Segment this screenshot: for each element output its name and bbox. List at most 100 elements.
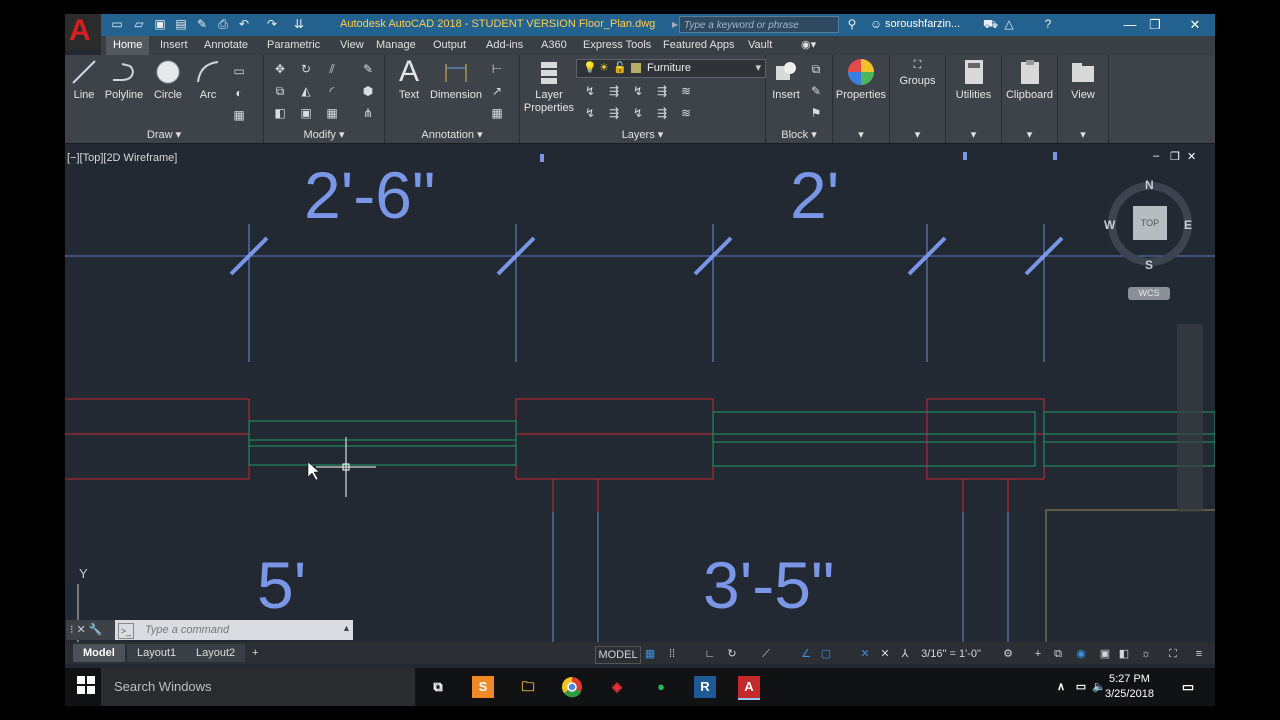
chrome-icon[interactable] [561,676,583,698]
task-view-icon[interactable]: ⧉ [427,676,449,698]
clean-screen-icon[interactable]: ◧ [1117,646,1131,662]
sketchup-icon[interactable]: ◈ [606,676,628,698]
binoculars-icon[interactable]: ⚲ [845,17,859,31]
isolate-icon[interactable]: ⧉ [1051,646,1065,662]
groups-button[interactable]: ⛶ Groups [892,57,943,88]
undo-icon[interactable]: ↶ [237,17,251,31]
command-history-icon[interactable]: ▲ [342,623,351,633]
edit-block-icon[interactable]: ✎ [808,83,824,99]
mirror-icon[interactable]: ◭ [298,83,314,99]
utilities-button[interactable]: Utilities [946,57,1001,101]
layer-tool-icon[interactable]: ↯ [630,83,646,99]
help-icon[interactable]: ? [1041,17,1055,31]
tab-output[interactable]: Output [426,36,473,55]
save-icon[interactable]: ▤ [174,17,188,31]
offset-icon[interactable]: ⋔ [360,105,376,121]
text-button[interactable]: A Text [391,55,427,101]
chevron-down-icon[interactable]: ▾ [890,128,945,141]
tab-vault[interactable]: Vault [741,36,779,55]
annotation-scale-icon[interactable]: ⅄ [898,646,912,662]
annotation-panel-title[interactable]: Annotation ▾ [385,128,519,141]
block-attribute-icon[interactable]: ⚑ [808,105,824,121]
tab-manage[interactable]: Manage [369,36,423,55]
isodraft-icon[interactable]: ⟋ [759,646,773,662]
open-sheetset-icon[interactable]: ▣ [153,17,167,31]
chevron-down-icon[interactable]: ▾ [1058,128,1108,141]
fillet-icon[interactable]: ◜ [324,83,340,99]
hatch-icon[interactable]: ◐ [231,85,247,101]
annotation-scale-dropdown[interactable]: 3/16" = 1'-0" [916,646,986,662]
snap-icon[interactable]: ⁞⁞ [665,646,679,662]
search-input[interactable]: Type a keyword or phrase [679,16,839,33]
revit-icon[interactable]: R [694,676,716,698]
drawing-canvas[interactable]: [−][Top][2D Wireframe] 2'-6" 2' 5' 3'-5"… [65,144,1215,642]
properties-button[interactable]: Properties [835,57,887,101]
tab-a360[interactable]: A360 [534,36,574,55]
spotify-icon[interactable]: ● [650,676,672,698]
gear-icon[interactable]: ⚙ [1001,646,1015,662]
save-as-icon[interactable]: ✎ [195,17,209,31]
taskbar-search[interactable]: Search Windows [101,668,415,706]
viewport-minimize-icon[interactable]: – [1153,150,1159,162]
layer-properties-button[interactable]: Layer Properties [522,57,576,115]
layer-dropdown[interactable]: 💡 ☀ 🔓 Furniture ▾ [576,59,766,78]
wcs-dropdown[interactable]: WCS [1128,287,1170,300]
tab-layout2[interactable]: Layout2 [186,644,246,662]
polyline-button[interactable]: Polyline [102,57,146,101]
tray-chevron-icon[interactable]: ∧ [1050,676,1072,698]
add-layout-icon[interactable]: + [246,644,264,662]
view-button[interactable]: View [1058,57,1108,101]
arc-button[interactable]: Arc [193,57,223,101]
layer-tool-icon[interactable]: ↯ [582,83,598,99]
linear-dim-icon[interactable]: ⊢ [489,61,505,77]
windows-start-icon[interactable] [75,676,97,698]
quick-access-dropdown-icon[interactable]: ⇊ [292,17,306,31]
layers-panel-title[interactable]: Layers ▾ [520,128,765,141]
viewport-close-icon[interactable]: ✕ [1187,150,1196,163]
chevron-down-icon[interactable]: ▾ [1002,128,1057,141]
array-icon[interactable]: ▦ [324,105,340,121]
command-input[interactable]: Type a command [115,620,353,640]
polar-icon[interactable]: ↻ [725,646,739,662]
tab-model[interactable]: Model [73,644,125,662]
user-name[interactable]: soroushfarzin... [885,18,960,30]
block-panel-title[interactable]: Block ▾ [766,128,832,141]
viewport-label[interactable]: [−][Top][2D Wireframe] [67,152,177,164]
trim-icon[interactable]: ⫽ [324,61,340,77]
region-icon[interactable]: ▦ [231,107,247,123]
line-button[interactable]: Line [69,57,99,101]
chevron-down-icon[interactable]: ▾ [833,128,889,141]
grid-icon[interactable]: ▦ [643,646,657,662]
annotation-autoscale-icon[interactable]: ✕ [878,646,892,662]
taskbar-clock[interactable]: 5:27 PM 3/25/2018 [1105,672,1154,702]
annotation-visibility-icon[interactable]: ✕ [858,646,872,662]
layer-tool-icon[interactable]: ⇶ [606,105,622,121]
open-icon[interactable]: ▱ [132,17,146,31]
ortho-icon[interactable]: ∟ [703,646,717,662]
autocad-taskbar-icon[interactable]: A [738,676,760,700]
restore-icon[interactable]: ❐ [1135,14,1175,36]
plus-icon[interactable]: + [1031,646,1045,662]
modify-panel-title[interactable]: Modify ▾ [264,128,384,141]
rectangle-icon[interactable]: ▭ [231,63,247,79]
notifications-icon[interactable]: ▭ [1177,676,1199,698]
leader-icon[interactable]: ↗ [489,83,505,99]
tab-parametric[interactable]: Parametric [260,36,327,55]
new-icon[interactable]: ▭ [110,17,124,31]
create-block-icon[interactable]: ⧉ [808,61,824,77]
a360-icon[interactable]: △ [1002,17,1016,31]
compass-east[interactable]: E [1184,218,1192,232]
fullscreen-icon[interactable]: ⛶ [1166,646,1180,662]
hardware-acceleration-icon[interactable]: ◉ [1073,646,1089,662]
tab-view[interactable]: View [333,36,371,55]
chevron-down-icon[interactable]: ▾ [946,128,1001,141]
scale-icon[interactable]: ▣ [298,105,314,121]
menu-icon[interactable]: ≡ [1192,646,1206,662]
tab-featured-apps[interactable]: Featured Apps [656,36,742,55]
copy-icon[interactable]: ⧉ [272,83,288,99]
print-icon[interactable]: ⎙ [216,17,230,31]
stretch-icon[interactable]: ◧ [272,105,288,121]
redo-icon[interactable]: ↷ [265,17,279,31]
layer-tool-icon[interactable]: ⇶ [654,105,670,121]
lightbulb-icon[interactable]: ☼ [1139,646,1153,662]
